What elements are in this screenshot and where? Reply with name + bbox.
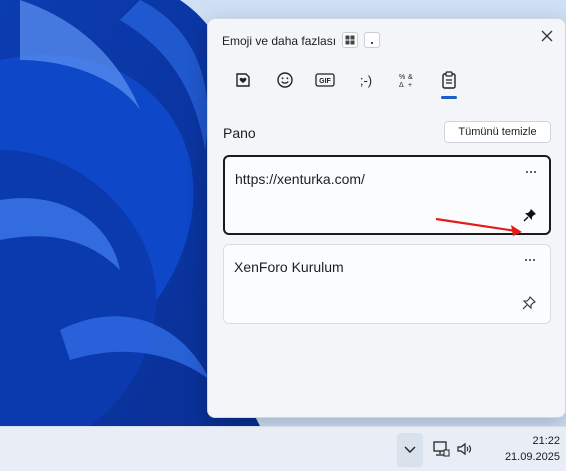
clock-date: 21.09.2025 bbox=[504, 451, 560, 463]
clipboard-item[interactable]: XenForo Kurulum bbox=[223, 244, 551, 324]
volume-icon bbox=[457, 442, 472, 456]
red-arrow-annotation bbox=[435, 217, 522, 236]
system-tray[interactable] bbox=[432, 437, 474, 461]
svg-text:GIF: GIF bbox=[319, 78, 331, 85]
keyboard-layout-button[interactable] bbox=[342, 32, 358, 48]
taskbar-clock[interactable]: 21:22 21.09.2025 bbox=[488, 433, 560, 465]
pin-outline-icon bbox=[522, 296, 536, 310]
more-icon bbox=[525, 259, 535, 261]
sticker-heart-icon bbox=[236, 73, 250, 87]
clipboard-item-text: XenForo Kurulum bbox=[234, 259, 344, 275]
dot-icon bbox=[371, 42, 373, 44]
clipboard-icon bbox=[442, 71, 456, 89]
pin-button[interactable] bbox=[521, 295, 537, 311]
clock-time: 21:22 bbox=[532, 435, 560, 447]
tab-kaomoji[interactable]: ;-) bbox=[352, 67, 380, 93]
clear-all-button[interactable]: Tümünü temizle bbox=[444, 121, 551, 143]
close-icon bbox=[541, 30, 553, 42]
tab-symbols[interactable]: % & Δ + bbox=[393, 67, 421, 93]
svg-text:%: % bbox=[399, 74, 405, 81]
close-button[interactable] bbox=[538, 27, 556, 45]
clipboard-item-text: https://xenturka.com/ bbox=[235, 171, 365, 187]
keyboard-key-button[interactable] bbox=[364, 32, 380, 48]
more-options-button[interactable] bbox=[522, 165, 540, 179]
chevron-down-icon bbox=[404, 446, 416, 453]
svg-text:Δ: Δ bbox=[399, 82, 404, 89]
emoji-clipboard-panel: Emoji ve daha fazlası GIF ;-) % & Δ + Pa… bbox=[207, 18, 566, 418]
grid-icon bbox=[345, 35, 355, 45]
smiley-icon bbox=[277, 72, 293, 88]
taskbar: 21:22 21.09.2025 bbox=[0, 426, 566, 471]
svg-text:&: & bbox=[408, 74, 413, 81]
panel-title: Emoji ve daha fazlası bbox=[222, 34, 337, 48]
tab-kaomoji-heart[interactable] bbox=[229, 67, 257, 93]
network-icon bbox=[433, 441, 450, 457]
svg-text:+: + bbox=[408, 82, 412, 89]
more-options-button[interactable] bbox=[521, 253, 539, 267]
section-title: Pano bbox=[223, 125, 256, 141]
selected-tab-indicator bbox=[441, 96, 457, 99]
tab-gif[interactable]: GIF bbox=[311, 67, 339, 93]
tab-emoji[interactable] bbox=[271, 67, 299, 93]
kaomoji-icon: ;-) bbox=[359, 72, 373, 88]
more-icon bbox=[526, 171, 536, 173]
gif-icon: GIF bbox=[315, 73, 335, 87]
symbols-icon: % & Δ + bbox=[399, 74, 413, 89]
tab-clipboard[interactable] bbox=[435, 67, 463, 93]
show-hidden-icons-button[interactable] bbox=[397, 433, 423, 467]
